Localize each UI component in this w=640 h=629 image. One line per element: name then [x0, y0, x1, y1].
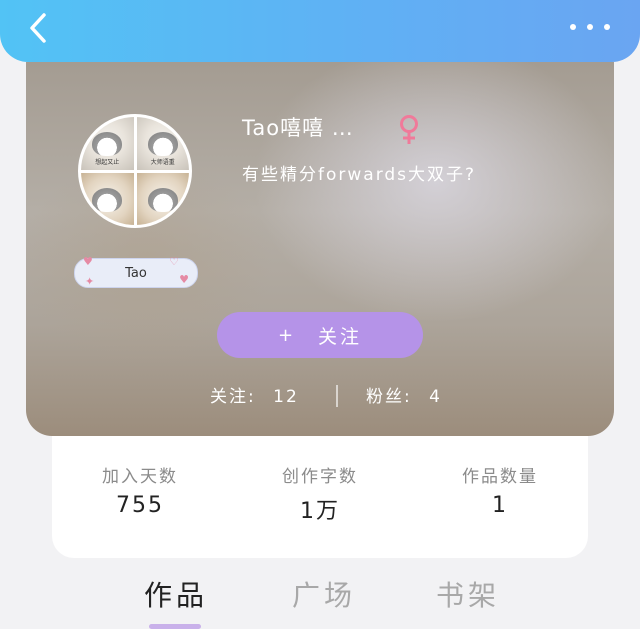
avatar-tile: 大师语重: [136, 117, 189, 170]
chevron-left-icon: [30, 13, 46, 43]
profile-tabs: 作品 广场 书架: [0, 566, 640, 629]
female-icon: [400, 115, 418, 144]
join-days-label: 加入天数: [102, 467, 178, 487]
tab-works[interactable]: 作品: [144, 574, 208, 614]
active-tab-indicator: [149, 624, 201, 629]
avatar-caption: 想起又止: [95, 158, 120, 166]
avatar-tile: 想起又止: [81, 117, 134, 170]
user-tag-badge: ♥ ✦ Tao ♥ ♡: [74, 255, 198, 288]
heart-icon: ♡: [169, 255, 179, 268]
join-days-stat: 加入天数 755: [60, 462, 220, 518]
profile-stats-card: 加入天数 755 创作字数 1万 作品数量 1: [52, 436, 588, 558]
plus-icon: +: [277, 324, 297, 346]
top-bar: [0, 0, 640, 62]
fans-stat[interactable]: 粉丝: 4: [366, 382, 442, 407]
avatar-tile: [81, 172, 134, 225]
back-button[interactable]: [20, 10, 56, 46]
more-button[interactable]: [570, 16, 610, 38]
username: Tao嘻嘻 …: [242, 116, 354, 140]
word-count-stat: 创作字数 1万: [240, 462, 400, 525]
following-count: 12: [273, 387, 299, 407]
avatar-caption: 大师语重: [150, 158, 175, 166]
stats-divider: [336, 385, 338, 407]
fans-label: 粉丝:: [366, 387, 412, 407]
works-count-value: 1: [492, 493, 508, 518]
heart-icon: ♥: [83, 255, 93, 268]
following-label: 关注:: [210, 387, 256, 407]
user-tag-label: Tao: [125, 265, 147, 281]
word-count-label: 创作字数: [282, 467, 358, 487]
avatar-tile: [136, 172, 189, 225]
follow-button[interactable]: + 关注: [217, 312, 423, 358]
profile-bio: 有些精分forwards大双子?: [242, 165, 477, 185]
following-stat[interactable]: 关注: 12: [210, 382, 299, 407]
tab-square[interactable]: 广场: [292, 574, 356, 614]
fans-count: 4: [429, 387, 442, 407]
heart-icon: ♥: [179, 273, 189, 286]
tab-bookshelf[interactable]: 书架: [436, 574, 500, 614]
more-dots-icon: [570, 24, 576, 30]
word-count-value: 1万: [300, 499, 340, 524]
join-days-value: 755: [116, 493, 164, 518]
profile-banner: 想起又止 大师语重 Tao嘻嘻 … 有些精分forwards大双子? ♥ ✦ T…: [26, 62, 614, 436]
works-count-stat: 作品数量 1: [420, 462, 580, 518]
avatar[interactable]: 想起又止 大师语重: [78, 114, 192, 228]
follow-button-label: 关注: [318, 325, 363, 348]
heart-icon: ✦: [85, 275, 95, 288]
works-count-label: 作品数量: [462, 467, 538, 487]
